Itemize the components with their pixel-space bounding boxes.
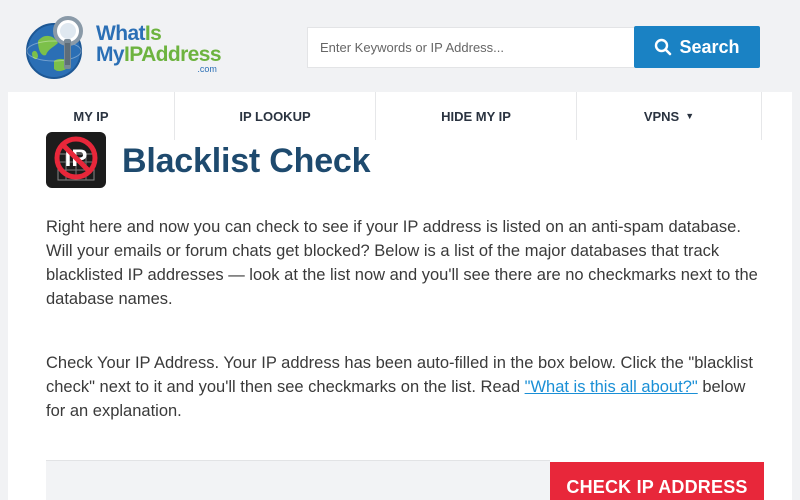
- nav-item-label: IP LOOKUP: [239, 108, 311, 124]
- site-header: WhatIs MyIPAddress .com Search: [0, 0, 800, 92]
- instructions-paragraph: Check Your IP Address. Your IP address h…: [46, 351, 766, 423]
- check-ip-address-button[interactable]: CHECK IP ADDRESS: [550, 462, 764, 500]
- site-logo[interactable]: WhatIs MyIPAddress .com: [24, 12, 224, 84]
- nav-item-vpns[interactable]: VPNS ▼: [577, 92, 762, 140]
- intro-paragraph: Right here and now you can check to see …: [46, 218, 758, 308]
- main-content: MY IP IP LOOKUP HIDE MY IP VPNS ▼ IP Blac…: [8, 92, 792, 500]
- search-input[interactable]: [308, 28, 634, 67]
- logo-suffix: .com: [197, 63, 217, 74]
- caret-down-icon: ▼: [685, 111, 695, 121]
- logo-word-ipaddress: IPAddress: [123, 42, 222, 66]
- search-button[interactable]: Search: [634, 26, 760, 68]
- logo-wordmark: WhatIs MyIPAddress .com: [96, 21, 222, 74]
- nav-item-label: VPNS: [643, 108, 680, 124]
- title-row: IP Blacklist Check: [46, 132, 371, 188]
- what-is-this-link[interactable]: "What is this all about?": [525, 378, 698, 396]
- nav-item-label: MY IP: [73, 108, 109, 124]
- logo-word-what: What: [96, 21, 146, 45]
- globe-magnifier-icon: [24, 13, 94, 83]
- page-title: Blacklist Check: [122, 141, 371, 180]
- logo-word-my: My: [96, 42, 125, 66]
- blocked-ip-icon: IP: [46, 132, 106, 188]
- search-button-label: Search: [679, 36, 740, 57]
- nav-item-hide-my-ip[interactable]: HIDE MY IP: [376, 92, 577, 140]
- search-box: [307, 27, 634, 68]
- logo-word-is: Is: [144, 21, 162, 45]
- ip-address-field[interactable]: [46, 460, 550, 500]
- nav-item-label: HIDE MY IP: [441, 108, 511, 124]
- search-icon: [655, 38, 672, 56]
